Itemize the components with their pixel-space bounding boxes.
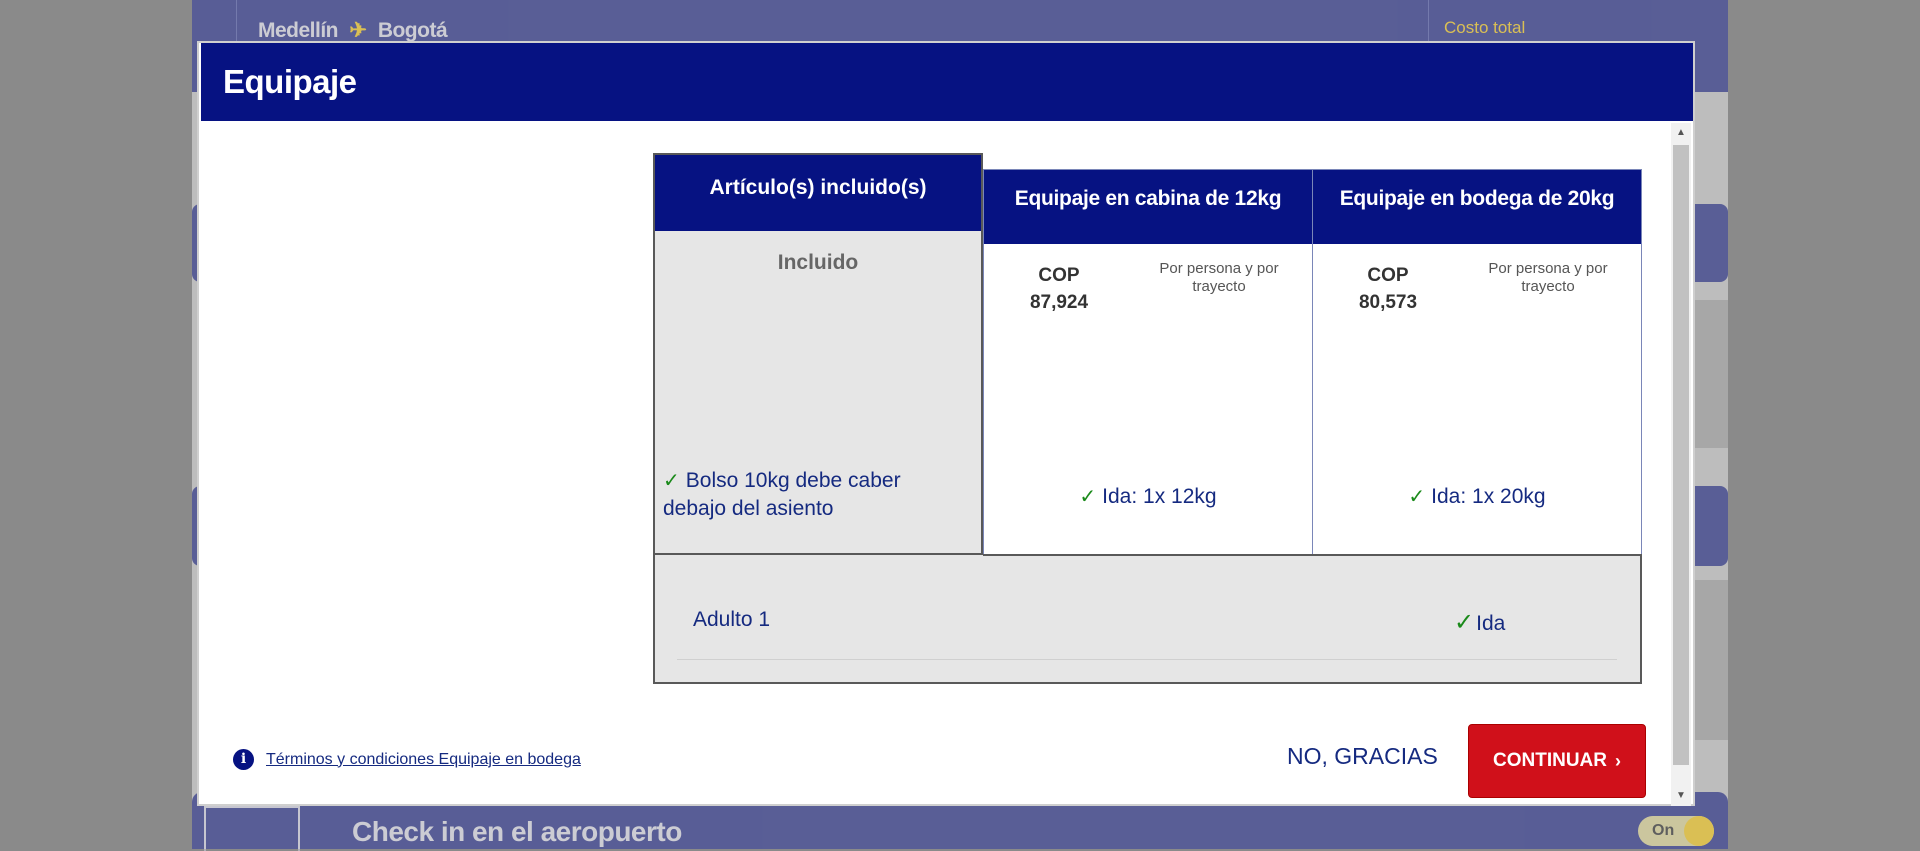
- total-cost-label: Costo total: [1444, 18, 1526, 37]
- baggage-modal: Equipaje Artículo(s) incluido(s) Incluid…: [197, 41, 1695, 806]
- hold-currency: COP: [1367, 265, 1409, 286]
- cabin-baggage-option[interactable]: Equipaje en cabina de 12kg COP 87,924 Po…: [983, 169, 1313, 556]
- toggle-knob: [1684, 816, 1714, 846]
- scroll-up-arrow-icon[interactable]: ▲: [1671, 123, 1691, 143]
- cabin-feature: ✓ Ida: 1x 12kg: [984, 484, 1312, 509]
- terms-link[interactable]: Términos y condiciones Equipaje en bodeg…: [266, 751, 581, 769]
- checkmark-icon: ✓: [1079, 486, 1097, 508]
- modal-scrollbar[interactable]: ▲ ▼: [1671, 123, 1691, 806]
- hold-feature: ✓ Ida: 1x 20kg: [1313, 484, 1641, 509]
- panel-border: [983, 554, 1642, 556]
- included-item-text: Bolso 10kg debe caber debajo del asiento: [663, 469, 901, 520]
- scroll-thumb[interactable]: [1673, 145, 1689, 765]
- hold-price-note: Por persona y por trayecto: [1488, 260, 1608, 295]
- cabin-currency: COP: [1038, 265, 1080, 286]
- toggle-label: On: [1652, 822, 1675, 839]
- included-item: ✓ Bolso 10kg debe caber debajo del asient…: [663, 467, 963, 522]
- hold-option-header: Equipaje en bodega de 20kg: [1313, 170, 1641, 244]
- airplane-icon: ✈: [349, 19, 367, 42]
- passenger-row[interactable]: Adulto 1 ✓Ida: [677, 555, 1617, 660]
- passenger-panel: Adulto 1 ✓Ida: [653, 555, 1642, 684]
- boarding-pass-icon: [204, 806, 300, 851]
- cabin-feature-text: Ida: 1x 12kg: [1102, 485, 1217, 508]
- included-label: Incluido: [777, 251, 859, 274]
- origin-city: Medellín: [258, 19, 339, 42]
- checkin-toggle[interactable]: On: [1638, 816, 1714, 846]
- passenger-status-text: Ida: [1476, 612, 1506, 635]
- info-icon: i: [233, 749, 254, 770]
- passenger-name: Adulto 1: [693, 608, 771, 631]
- background-panel: [1690, 580, 1728, 740]
- route-title: Medellín ✈ Bogotá: [258, 18, 448, 43]
- cabin-price: COP 87,924: [1004, 262, 1114, 316]
- checkin-title: Check in en el aeropuerto: [352, 816, 682, 847]
- included-items-column: Artículo(s) incluido(s) Incluido ✓ Bolso …: [653, 153, 983, 555]
- hold-baggage-option[interactable]: Equipaje en bodega de 20kg COP 80,573 Po…: [1312, 169, 1642, 556]
- background-panel: [1690, 300, 1728, 448]
- checkmark-icon: ✓: [1454, 609, 1475, 636]
- hold-feature-text: Ida: 1x 20kg: [1431, 485, 1546, 508]
- checkmark-icon: ✓: [1408, 486, 1426, 508]
- terms-row: i Términos y condiciones Equipaje en bod…: [233, 749, 581, 770]
- hold-amount: 80,573: [1358, 292, 1418, 313]
- included-header: Artículo(s) incluido(s): [655, 155, 981, 231]
- scroll-down-arrow-icon[interactable]: ▼: [1671, 786, 1691, 806]
- destination-city: Bogotá: [377, 19, 448, 42]
- hold-price: COP 80,573: [1333, 262, 1443, 316]
- modal-title: Equipaje: [223, 63, 357, 100]
- continue-button[interactable]: CONTINUAR ›: [1468, 724, 1646, 798]
- cabin-amount: 87,924: [1029, 292, 1089, 313]
- continue-label: CONTINUAR: [1493, 750, 1607, 771]
- no-thanks-button[interactable]: NO, GRACIAS: [1287, 743, 1438, 770]
- cabin-option-header: Equipaje en cabina de 12kg: [984, 170, 1312, 244]
- chevron-right-icon: ›: [1615, 750, 1621, 771]
- modal-header: Equipaje: [201, 43, 1693, 121]
- cabin-price-note: Por persona y por trayecto: [1159, 260, 1279, 295]
- passenger-status: ✓Ida: [1454, 608, 1505, 637]
- checkmark-icon: ✓: [663, 470, 680, 492]
